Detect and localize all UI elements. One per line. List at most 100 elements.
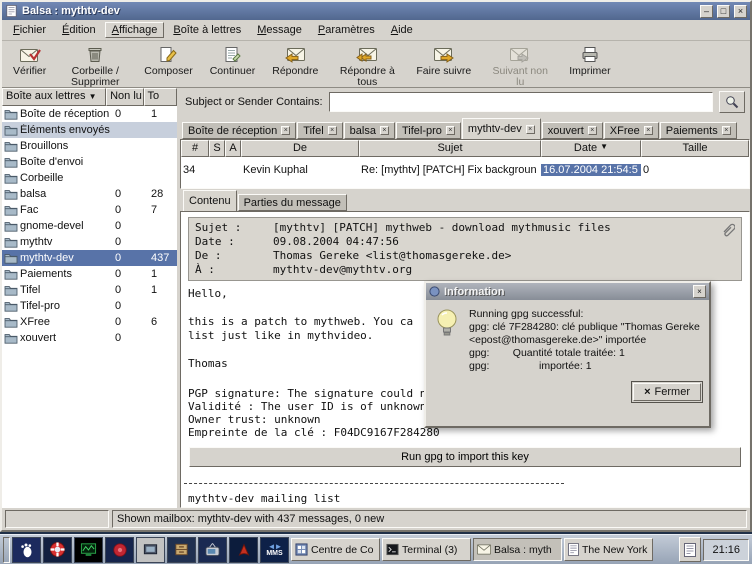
launcher-gnome[interactable] [12, 537, 41, 563]
mailbox-item-boite-denvoi[interactable]: Boîte d'envoi [2, 154, 177, 170]
index-header-size[interactable]: Taille [641, 140, 749, 157]
tab-balsa[interactable]: balsa× [344, 122, 395, 139]
launcher-system-monitor[interactable] [74, 537, 103, 563]
index-header-attachment[interactable]: A [225, 140, 241, 157]
tab-boite-de-reception[interactable]: Boîte de réception× [182, 122, 296, 139]
index-header-num[interactable]: # [181, 140, 209, 157]
total-column-header[interactable]: To [144, 88, 178, 106]
tab-close-icon[interactable]: × [644, 126, 653, 135]
filter-apply-button[interactable] [719, 91, 745, 113]
tab-mythtv-dev[interactable]: mythtv-dev× [462, 118, 541, 139]
header-key: Date : [195, 235, 273, 249]
red-app-icon [236, 542, 252, 558]
titlebar[interactable]: Balsa : mythtv-dev – □ × [2, 2, 750, 20]
tab-xouvert[interactable]: xouvert× [542, 122, 603, 139]
taskbar-button-balsa[interactable]: Balsa : myth [473, 538, 562, 561]
tab-tifel[interactable]: Tifel× [297, 122, 342, 139]
menu-fichier[interactable]: Fichier [6, 22, 53, 38]
window-menu-icon[interactable] [5, 5, 18, 18]
toolbar-imprimer-button[interactable]: Imprimer [566, 43, 613, 79]
tab-close-icon[interactable]: × [281, 126, 290, 135]
toolbar-continuer-button[interactable]: Continuer [207, 43, 259, 79]
tab-close-icon[interactable]: × [446, 126, 455, 135]
compose-icon [158, 45, 178, 65]
mailbox-item-xfree[interactable]: XFree06 [2, 314, 177, 330]
mailbox-item-tifel-pro[interactable]: Tifel-pro0 [2, 298, 177, 314]
tab-contenu[interactable]: Contenu [183, 190, 237, 211]
mailbox-item-tifel[interactable]: Tifel01 [2, 282, 177, 298]
toolbar-composer-button[interactable]: Composer [141, 43, 195, 79]
close-button[interactable]: × [734, 5, 747, 18]
mailbox-item-gnome-devel[interactable]: gnome-devel0 [2, 218, 177, 234]
launcher-tv[interactable] [198, 537, 227, 563]
tab-tifel-pro[interactable]: Tifel-pro× [396, 122, 461, 139]
tab-paiements[interactable]: Paiements× [660, 122, 737, 139]
message-row-34[interactable]: 34 Kevin Kuphal Re: [mythtv] [PATCH] Fix… [181, 162, 749, 178]
mailbox-item-balsa[interactable]: balsa028 [2, 186, 177, 202]
menu-message[interactable]: Message [250, 22, 309, 38]
index-header-status[interactable]: S [209, 140, 225, 157]
toolbar-repondre-a-tous-button[interactable]: Répondre à tous [332, 43, 402, 90]
taskbar-button-centre-de-controle[interactable]: Centre de Co [291, 538, 380, 561]
index-header-subject[interactable]: Sujet [359, 140, 541, 157]
statusbar: Shown mailbox: mythtv-dev with 437 messa… [2, 508, 750, 530]
notes-applet-button[interactable] [679, 537, 701, 562]
launcher-file-cabinet[interactable] [167, 537, 196, 563]
launcher-screenshot[interactable] [136, 537, 165, 563]
tab-xfree[interactable]: XFree× [604, 122, 659, 139]
tab-parties-du-message[interactable]: Parties du message [238, 194, 347, 211]
taskbar-button-terminal[interactable]: Terminal (3) [382, 538, 471, 561]
toolbar-suivant-non-lu-button[interactable]: Suivant non lu [485, 43, 555, 90]
launcher-mms[interactable]: ◄► MMS [260, 537, 289, 563]
toolbar-repondre-button[interactable]: Répondre [269, 43, 321, 79]
mailbox-item-elements-envoyes[interactable]: Éléments envoyés [2, 122, 177, 138]
filter-input[interactable] [329, 92, 713, 112]
header-from: Thomas Gereke <list@thomasgereke.de> [273, 249, 735, 263]
mailbox-item-mythtv[interactable]: mythtv0 [2, 234, 177, 250]
launcher-cd-player[interactable] [105, 537, 134, 563]
toolbar-faire-suivre-button[interactable]: Faire suivre [413, 43, 474, 79]
folder-icon [4, 220, 20, 232]
mailbox-item-corbeille[interactable]: Corbeille [2, 170, 177, 186]
menu-edition[interactable]: Édition [55, 22, 103, 38]
menu-boite-a-lettres[interactable]: Boîte à lettres [166, 22, 248, 38]
fermer-button[interactable]: ×Fermer [633, 383, 701, 401]
cell-from: Kevin Kuphal [241, 164, 359, 176]
message-row-partial[interactable] [181, 178, 749, 183]
index-header-from[interactable]: De [241, 140, 359, 157]
tab-close-icon[interactable]: × [588, 126, 597, 135]
dialog-close-icon[interactable]: × [693, 285, 706, 298]
launcher-red-app[interactable] [229, 537, 258, 563]
mailbox-column-header[interactable]: Boîte aux lettres ▼ [2, 88, 106, 106]
toolbar-verifier-button[interactable]: Vérifier [10, 43, 49, 79]
mailbox-item-brouillons[interactable]: Brouillons [2, 138, 177, 154]
index-header-date[interactable]: Date▼ [541, 140, 641, 157]
system-monitor-icon [80, 541, 97, 558]
mailbox-item-xouvert[interactable]: xouvert0 [2, 330, 177, 346]
cell-num: 34 [181, 164, 209, 176]
sort-arrow-icon: ▼ [600, 142, 608, 155]
dialog-titlebar[interactable]: Information × [426, 283, 709, 300]
run-gpg-button[interactable]: Run gpg to import this key [189, 447, 741, 467]
tab-close-icon[interactable]: × [328, 126, 337, 135]
mailbox-item-mythtv-dev[interactable]: mythtv-dev0437 [2, 250, 177, 266]
launcher-help[interactable] [43, 537, 72, 563]
toolbar-corbeille-button[interactable]: Corbeille / Supprimer [60, 43, 130, 90]
unread-column-header[interactable]: Non lu [106, 88, 143, 106]
maximize-button[interactable]: □ [717, 5, 730, 18]
header-key: À : [195, 263, 273, 277]
tab-close-icon[interactable]: × [526, 125, 535, 134]
mailbox-item-fac[interactable]: Fac07 [2, 202, 177, 218]
menu-aide[interactable]: Aide [384, 22, 420, 38]
tab-close-icon[interactable]: × [380, 126, 389, 135]
menu-parametres[interactable]: Paramètres [311, 22, 382, 38]
control-center-icon [295, 543, 308, 556]
taskbar-button-newyork[interactable]: The New York [564, 538, 653, 561]
mailbox-item-boite-de-reception[interactable]: Boîte de réception01 [2, 106, 177, 122]
tab-close-icon[interactable]: × [722, 126, 731, 135]
folder-icon [4, 188, 20, 200]
minimize-button[interactable]: – [700, 5, 713, 18]
menu-affichage[interactable]: Affichage [105, 22, 165, 38]
mailbox-item-paiements[interactable]: Paiements01 [2, 266, 177, 282]
panel-handle[interactable] [3, 537, 10, 563]
